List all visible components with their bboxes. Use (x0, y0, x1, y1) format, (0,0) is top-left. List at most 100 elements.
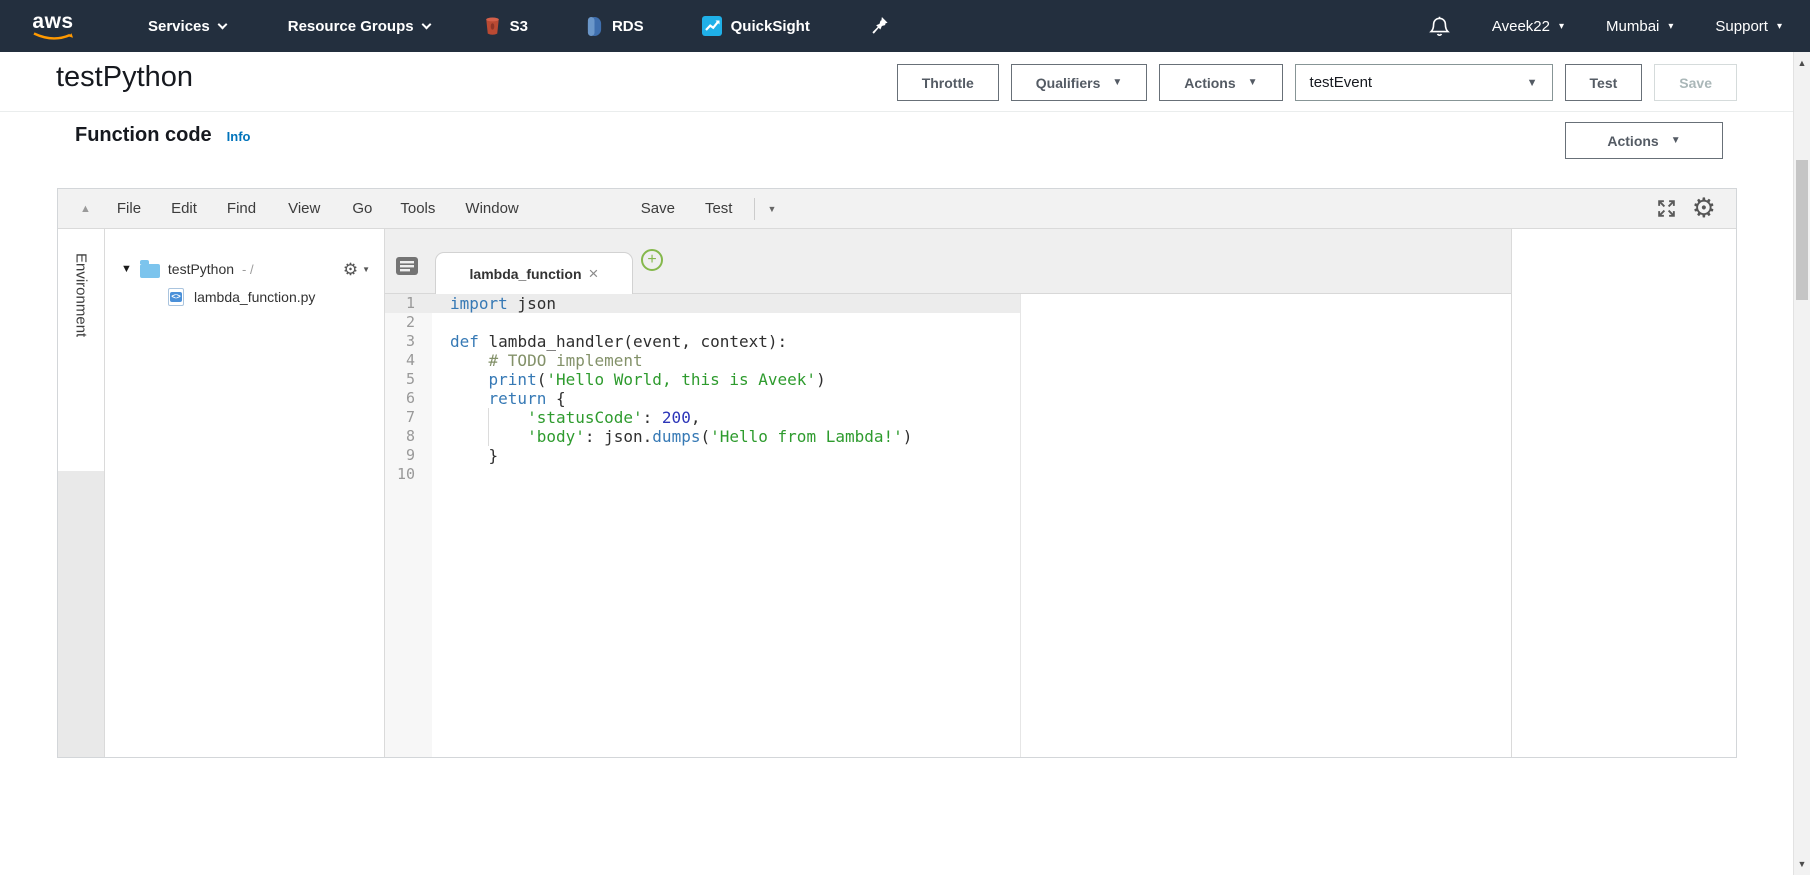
nav-region-menu[interactable]: Mumbai ▾ (1606, 18, 1673, 35)
code-editor-area[interactable]: 1import json23def lambda_handler(event, … (385, 294, 1511, 757)
caret-down-icon: ▼ (1671, 135, 1681, 146)
menu-go[interactable]: Go (352, 200, 372, 217)
function-header: testPython Throttle Qualifiers ▼ Actions… (0, 52, 1810, 112)
caret-down-icon[interactable]: ▼ (767, 204, 776, 214)
menu-file[interactable]: File (117, 200, 141, 217)
page-scrollbar[interactable]: ▲ ▼ (1793, 52, 1810, 875)
folder-icon (140, 264, 160, 278)
code-line[interactable]: 9 } (385, 446, 1511, 465)
code-line[interactable]: 10 (385, 465, 1511, 484)
aws-smile-icon (32, 32, 74, 41)
scrollbar-up-arrow[interactable]: ▲ (1794, 58, 1810, 68)
nav-account-menu[interactable]: Aveek22 ▾ (1492, 18, 1564, 35)
test-button[interactable]: Test (1565, 64, 1643, 101)
page-title: testPython (56, 61, 193, 94)
line-number: 5 (385, 370, 432, 389)
code-line[interactable]: 2 (385, 313, 1511, 332)
nav-right-group: Aveek22 ▾ Mumbai ▾ Support ▾ (1429, 15, 1782, 38)
code-lines[interactable]: 1import json23def lambda_handler(event, … (385, 294, 1511, 484)
nav-resource-groups[interactable]: Resource Groups (288, 18, 430, 35)
tree-folder-name: testPython (168, 261, 234, 277)
chevron-down-icon (421, 19, 431, 29)
caret-down-icon: ▼ (1112, 77, 1122, 88)
menubar-right-icons: ⚙ (1656, 195, 1716, 222)
editor-right-filler (1512, 229, 1736, 757)
environment-strip: Environment (58, 229, 105, 757)
nav-notifications[interactable] (1429, 15, 1450, 38)
line-number: 4 (385, 351, 432, 370)
chevron-down-icon (217, 19, 227, 29)
menu-view[interactable]: View (288, 200, 320, 217)
menubar-save[interactable]: Save (641, 200, 675, 217)
throttle-button[interactable]: Throttle (897, 64, 999, 101)
code-line[interactable]: 3def lambda_handler(event, context): (385, 332, 1511, 351)
new-tab-button[interactable]: + (641, 249, 663, 271)
code-line[interactable]: 6 return { (385, 389, 1511, 408)
bell-icon (1429, 15, 1450, 38)
section-title: Function code (75, 124, 212, 147)
collapse-panel-icon[interactable]: ▲ (80, 203, 91, 215)
aws-logo-text: aws (32, 11, 73, 32)
environment-strip-lower (58, 471, 104, 757)
code-line[interactable]: 8 'body': json.dumps('Hello from Lambda!… (385, 427, 1511, 446)
tree-folder-row[interactable]: ▼ testPython - / ⚙ ▼ (105, 255, 384, 283)
line-number: 10 (385, 465, 432, 484)
rds-database-icon (586, 16, 603, 37)
gear-icon: ⚙ (343, 261, 358, 278)
menubar-divider (754, 198, 755, 220)
nav-shortcut-quicksight[interactable]: QuickSight (702, 16, 810, 36)
code-line[interactable]: 4 # TODO implement (385, 351, 1511, 370)
menu-edit[interactable]: Edit (171, 200, 197, 217)
menubar-test[interactable]: Test (705, 200, 733, 217)
caret-down-icon: ▼ (1248, 77, 1258, 88)
fullscreen-icon[interactable] (1656, 198, 1677, 219)
line-number: 8 (385, 427, 432, 446)
test-event-select[interactable]: testEvent ▼ (1295, 64, 1553, 101)
nav-shortcut-s3[interactable]: S3 (484, 16, 528, 36)
tree-settings[interactable]: ⚙ ▼ (343, 261, 370, 278)
scrollbar-down-arrow[interactable]: ▼ (1794, 859, 1810, 869)
code-line[interactable]: 1import json (385, 294, 1511, 313)
caret-down-icon: ▼ (362, 265, 370, 274)
info-link[interactable]: Info (227, 129, 251, 144)
actions-button[interactable]: Actions ▼ (1159, 64, 1282, 101)
menu-tools[interactable]: Tools (400, 200, 435, 217)
editor-menubar: ▲ File Edit Find View Go Tools Window Sa… (58, 189, 1736, 229)
tab-list-icon[interactable] (395, 256, 419, 276)
pushpin-icon (870, 16, 889, 37)
caret-down-icon: ▾ (1559, 21, 1564, 32)
editor-body: Environment ▼ testPython - / ⚙ ▼ <> lamb… (58, 229, 1736, 757)
editor-tab-lambda-function[interactable]: lambda_function × (435, 252, 633, 294)
qualifiers-button[interactable]: Qualifiers ▼ (1011, 64, 1148, 101)
menu-find[interactable]: Find (227, 200, 256, 217)
section-actions-button[interactable]: Actions ▼ (1565, 122, 1723, 159)
scrollbar-thumb[interactable] (1796, 160, 1808, 300)
caret-expanded-icon[interactable]: ▼ (121, 263, 132, 275)
close-tab-icon[interactable]: × (589, 265, 599, 282)
environment-tab[interactable]: Environment (73, 253, 90, 337)
quicksight-icon (702, 16, 722, 36)
nav-shortcut-rds[interactable]: RDS (586, 16, 644, 37)
editor-pane: lambda_function × + 1import json23def la… (385, 229, 1512, 757)
tab-bar: lambda_function × + (385, 229, 1511, 294)
tree-folder-path: - / (242, 262, 254, 277)
nav-pin-shortcuts[interactable] (870, 16, 889, 37)
code-line[interactable]: 7 'statusCode': 200, (385, 408, 1511, 427)
line-number: 9 (385, 446, 432, 465)
nav-support-menu[interactable]: Support ▾ (1715, 18, 1782, 35)
settings-gear-icon[interactable]: ⚙ (1692, 195, 1716, 222)
caret-down-icon: ▾ (1668, 21, 1673, 32)
header-action-bar: Throttle Qualifiers ▼ Actions ▼ testEven… (897, 64, 1737, 101)
caret-down-icon: ▼ (1527, 77, 1538, 89)
line-number: 3 (385, 332, 432, 351)
code-editor-widget: ▲ File Edit Find View Go Tools Window Sa… (57, 188, 1737, 758)
line-number: 1 (385, 294, 432, 313)
line-number: 2 (385, 313, 432, 332)
tree-file-row[interactable]: <> lambda_function.py (105, 283, 384, 311)
menu-window[interactable]: Window (465, 200, 518, 217)
code-line[interactable]: 5 print('Hello World, this is Aveek') (385, 370, 1511, 389)
s3-bucket-icon (484, 16, 501, 36)
aws-logo[interactable]: aws (32, 11, 74, 41)
nav-services[interactable]: Services (148, 18, 226, 35)
save-button[interactable]: Save (1654, 64, 1737, 101)
